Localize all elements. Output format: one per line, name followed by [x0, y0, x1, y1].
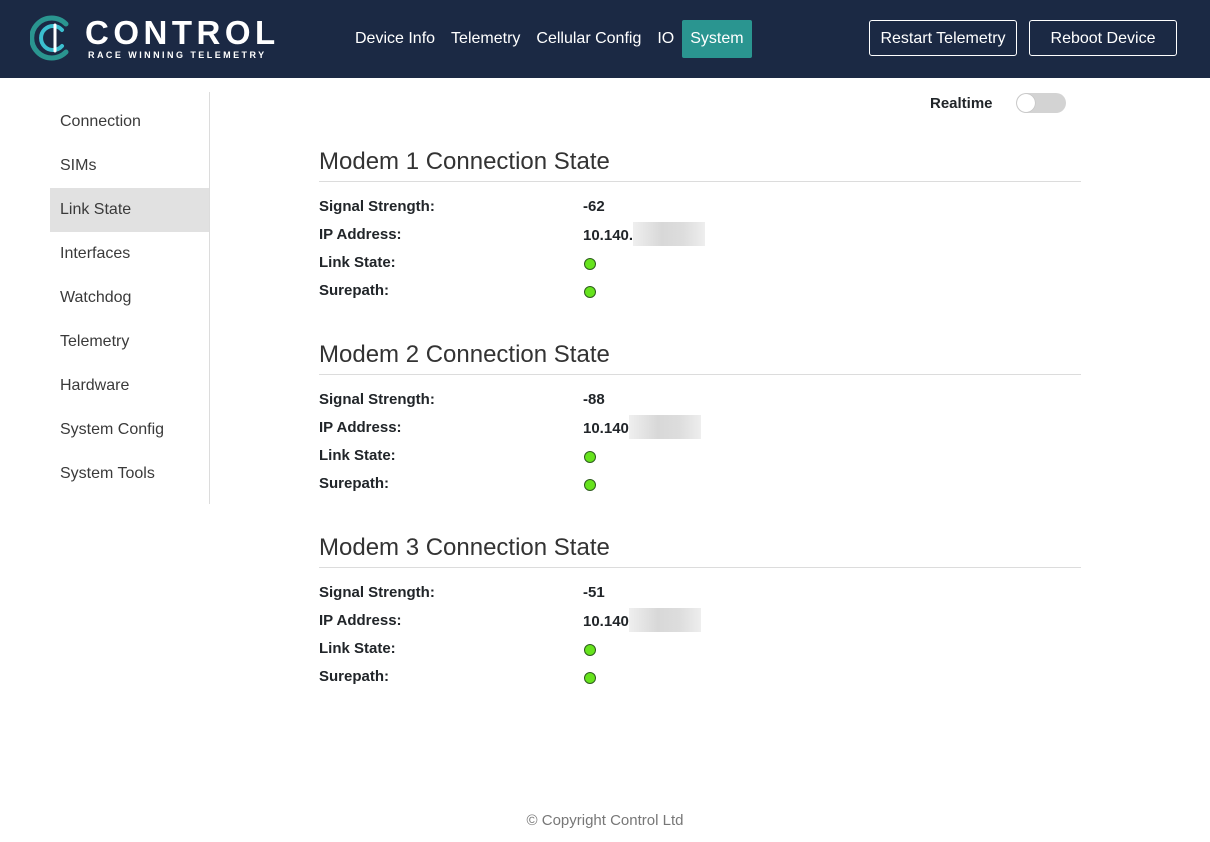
sidebar-item-watchdog[interactable]: Watchdog	[50, 276, 209, 320]
surepath-label: Surepath:	[319, 282, 390, 299]
link-state-label: Link State:	[319, 254, 396, 271]
toggle-knob	[1017, 94, 1035, 112]
sidebar-item-telemetry[interactable]: Telemetry	[50, 320, 209, 364]
modem-1-title: Modem 1 Connection State	[319, 148, 1081, 182]
sidebar-item-connection[interactable]: Connection	[50, 100, 209, 144]
realtime-toggle[interactable]	[1016, 93, 1066, 113]
surepath-row: Surepath:	[319, 475, 1081, 503]
signal-strength-value: -62	[583, 198, 605, 215]
nav-system[interactable]: System	[682, 20, 752, 58]
brand-logo[interactable]: CONTROL RACE WINNING TELEMETRY	[30, 13, 300, 65]
sidebar-item-system-tools[interactable]: System Tools	[50, 452, 209, 496]
signal-strength-value: -88	[583, 391, 605, 408]
nav-device-info[interactable]: Device Info	[347, 20, 443, 58]
brand-tagline: RACE WINNING TELEMETRY	[88, 50, 267, 60]
surepath-label: Surepath:	[319, 668, 390, 685]
modem-1-section: Modem 1 Connection State Signal Strength…	[319, 148, 1081, 310]
surepath-status-icon	[584, 286, 596, 298]
link-state-label: Link State:	[319, 640, 396, 657]
link-state-row: Link State:	[319, 640, 1081, 668]
surepath-row: Surepath:	[319, 668, 1081, 696]
nav-cellular-config[interactable]: Cellular Config	[528, 20, 649, 58]
ip-address-label: IP Address:	[319, 612, 402, 629]
modem-3-section: Modem 3 Connection State Signal Strength…	[319, 534, 1081, 696]
signal-strength-label: Signal Strength:	[319, 391, 435, 408]
main-nav: Device Info Telemetry Cellular Config IO…	[347, 20, 752, 58]
nav-telemetry[interactable]: Telemetry	[443, 20, 528, 58]
restart-telemetry-button[interactable]: Restart Telemetry	[869, 20, 1017, 56]
signal-strength-label: Signal Strength:	[319, 198, 435, 215]
realtime-label: Realtime	[930, 95, 993, 112]
link-state-row: Link State:	[319, 447, 1081, 475]
surepath-status-icon	[584, 672, 596, 684]
top-navbar: CONTROL RACE WINNING TELEMETRY Device In…	[0, 0, 1210, 78]
nav-io[interactable]: IO	[649, 20, 682, 58]
ip-address-label: IP Address:	[319, 226, 402, 243]
control-c-logo-icon	[30, 15, 69, 61]
modem-2-title: Modem 2 Connection State	[319, 341, 1081, 375]
modem-2-section: Modem 2 Connection State Signal Strength…	[319, 341, 1081, 503]
ip-address-row: IP Address: 10.140	[319, 415, 1081, 447]
surepath-row: Surepath:	[319, 282, 1081, 310]
surepath-label: Surepath:	[319, 475, 390, 492]
link-state-row: Link State:	[319, 254, 1081, 282]
redacted-block	[633, 222, 706, 246]
signal-strength-label: Signal Strength:	[319, 584, 435, 601]
sidebar-item-system-config[interactable]: System Config	[50, 408, 209, 452]
ip-address-label: IP Address:	[319, 419, 402, 436]
copyright-footer: © Copyright Control Ltd	[526, 812, 684, 829]
ip-address-row: IP Address: 10.140.	[319, 222, 1081, 254]
reboot-device-button[interactable]: Reboot Device	[1029, 20, 1177, 56]
modem-3-title: Modem 3 Connection State	[319, 534, 1081, 568]
ip-address-row: IP Address: 10.140	[319, 608, 1081, 640]
signal-strength-value: -51	[583, 584, 605, 601]
sidebar-item-link-state[interactable]: Link State	[50, 188, 209, 232]
link-state-label: Link State:	[319, 447, 396, 464]
redacted-block	[628, 415, 701, 439]
system-sidebar: Connection SIMs Link State Interfaces Wa…	[50, 92, 210, 504]
sidebar-item-hardware[interactable]: Hardware	[50, 364, 209, 408]
sidebar-item-sims[interactable]: SIMs	[50, 144, 209, 188]
link-state-status-icon	[584, 644, 596, 656]
ip-address-value: 10.140	[583, 420, 629, 437]
link-state-status-icon	[584, 258, 596, 270]
sidebar-item-interfaces[interactable]: Interfaces	[50, 232, 209, 276]
brand-name: CONTROL	[85, 14, 280, 51]
link-state-status-icon	[584, 451, 596, 463]
redacted-block	[628, 608, 701, 632]
ip-address-value: 10.140.	[583, 227, 634, 244]
ip-address-value: 10.140	[583, 613, 629, 630]
surepath-status-icon	[584, 479, 596, 491]
